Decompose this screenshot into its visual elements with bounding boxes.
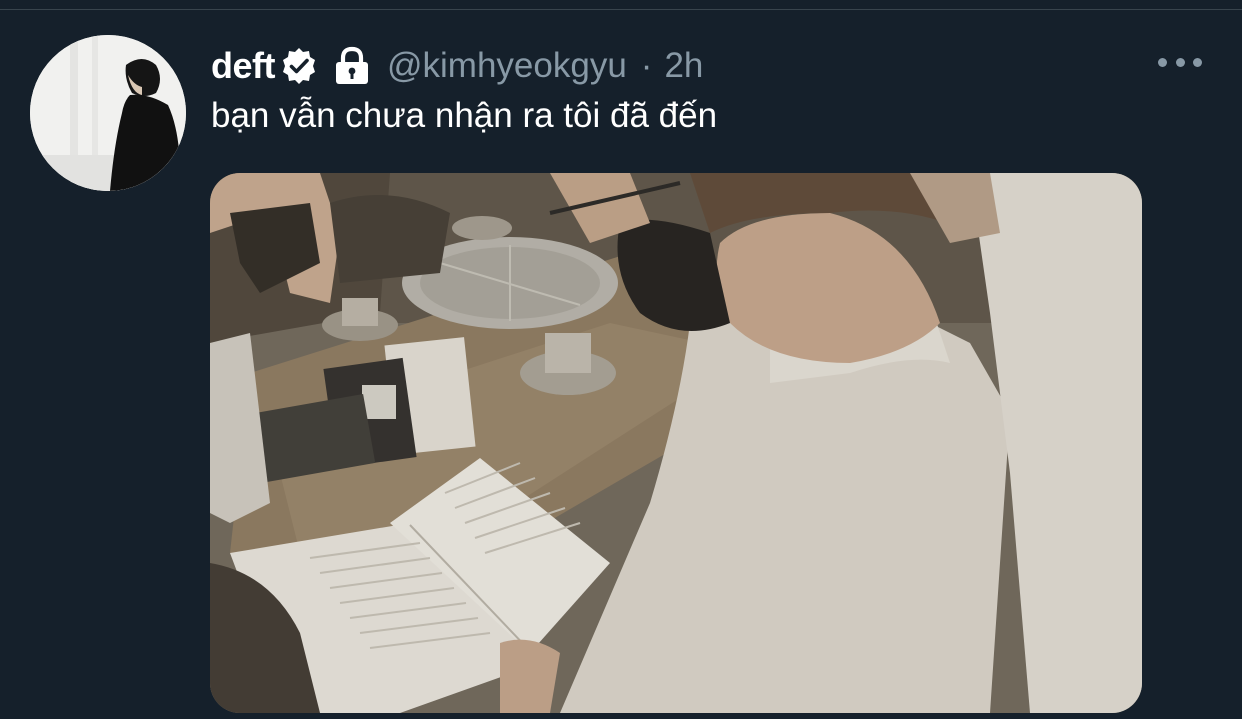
user-handle[interactable]: @kimhyeokgyu bbox=[387, 46, 627, 86]
verified-badge-icon bbox=[279, 46, 319, 86]
meta-separator: · bbox=[640, 46, 653, 85]
photo-illustration bbox=[210, 173, 1142, 713]
tweet-text: bạn vẫn chưa nhận ra tôi đã đến bbox=[211, 96, 718, 135]
more-dot bbox=[1175, 57, 1185, 67]
avatar-image bbox=[30, 35, 186, 191]
top-divider bbox=[0, 0, 1242, 10]
more-dot bbox=[1158, 57, 1167, 67]
more-horizontal-icon[interactable] bbox=[1158, 52, 1202, 72]
tweet-media-photo[interactable] bbox=[210, 173, 1142, 713]
tweet-timestamp[interactable]: 2h bbox=[664, 46, 703, 86]
tweet-header: deft @kimhyeokgyu · 2h bbox=[211, 42, 703, 90]
more-dot bbox=[1193, 57, 1202, 67]
tweet[interactable]: deft @kimhyeokgyu · 2h bạn vẫn chưa nhận… bbox=[0, 10, 1242, 719]
avatar[interactable] bbox=[30, 35, 186, 191]
display-name[interactable]: deft bbox=[211, 45, 276, 87]
lock-icon bbox=[333, 46, 371, 86]
